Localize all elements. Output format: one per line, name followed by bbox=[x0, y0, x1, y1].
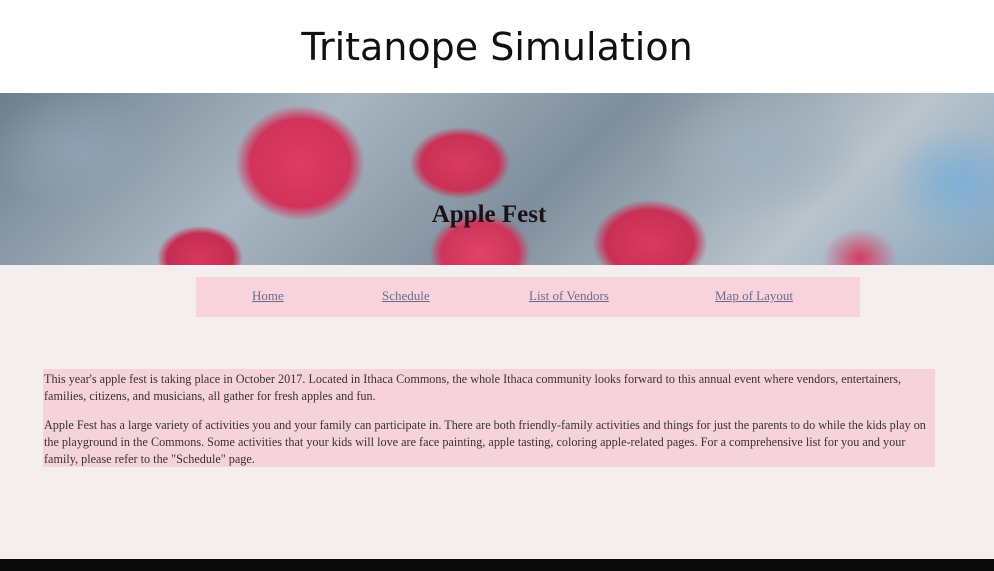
nav-link-schedule[interactable]: Schedule bbox=[382, 288, 430, 304]
activities-paragraph: Apple Fest has a large variety of activi… bbox=[44, 418, 926, 466]
nav-link-home[interactable]: Home bbox=[252, 288, 284, 304]
webpage-screenshot: Apple Fest Home Schedule List of Vendors… bbox=[0, 93, 994, 559]
apple-banner-image: Apple Fest bbox=[0, 93, 994, 265]
bottom-border bbox=[0, 559, 994, 571]
site-title: Apple Fest bbox=[431, 201, 547, 228]
nav-link-map[interactable]: Map of Layout bbox=[715, 288, 793, 304]
intro-paragraph: This year's apple fest is taking place i… bbox=[44, 372, 902, 403]
simulation-caption: Tritanope Simulation bbox=[301, 24, 693, 69]
content-box: This year's apple fest is taking place i… bbox=[43, 369, 935, 467]
nav-link-vendors[interactable]: List of Vendors bbox=[529, 288, 609, 304]
nav-bar: Home Schedule List of Vendors Map of Lay… bbox=[196, 277, 860, 317]
